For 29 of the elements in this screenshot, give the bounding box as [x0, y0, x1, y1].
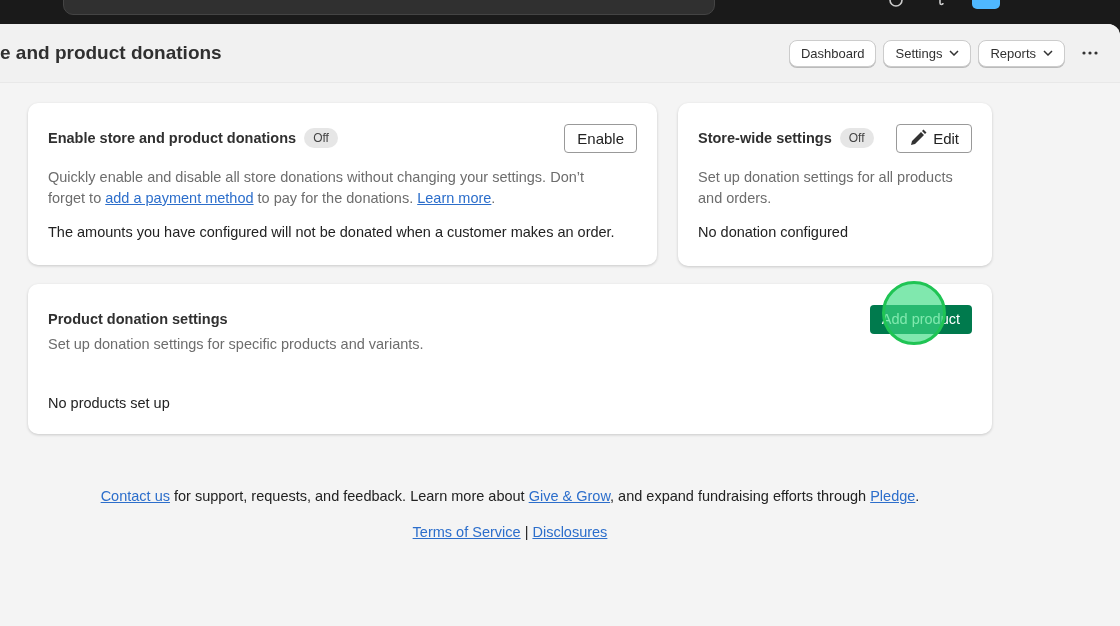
header-button[interactable]: Dashboard [788, 39, 877, 67]
card-title: Enable store and product donations [48, 130, 297, 146]
footer-link[interactable]: Terms of Service [412, 524, 521, 540]
chevron-down-icon [949, 50, 960, 56]
pencil-icon [909, 129, 928, 147]
footer-link[interactable]: Disclosures [532, 524, 608, 540]
description-text: Quickly enable and disable all store donations without changing your settings. Don’t forget to add a payment method to pay for the donations. Learn more. [48, 168, 586, 208]
menu-button[interactable]: Settings [883, 39, 972, 67]
card-title: Store-wide settings [698, 130, 832, 146]
enable-button[interactable]: Enable [564, 123, 637, 153]
learn-more-link[interactable]: Learn more [417, 190, 492, 206]
description-text: Set up donation settings for all products and orders. [698, 168, 954, 208]
status-badge: Off [839, 128, 874, 148]
card-title: Product donation settings [48, 311, 228, 327]
separator-text: | [524, 524, 529, 540]
note-text: The amounts you have configured will not be donated when a customer makes an order. [48, 224, 616, 240]
footer-link[interactable]: Contact us [100, 488, 170, 504]
page-title: e and product donations [0, 42, 222, 64]
status-badge: Off [304, 128, 338, 148]
payment-link[interactable]: add a payment method [105, 190, 254, 206]
note-text: No donation configured [698, 224, 849, 240]
footer-text: Contact us for support, requests, and feedback. Learn more about Give & Grow, and expand fundraising efforts through Pledge. [99, 488, 921, 504]
menu-button[interactable]: Reports [978, 39, 1065, 67]
note-text: No products set up [48, 395, 171, 411]
footer-link[interactable]: Pledge [870, 488, 916, 504]
description-text: Set up donation settings for specific products and variants. [48, 335, 425, 354]
edit-button[interactable]: Edit [896, 123, 972, 153]
chevron-down-icon [1043, 50, 1053, 56]
more-icon[interactable] [1082, 51, 1098, 55]
